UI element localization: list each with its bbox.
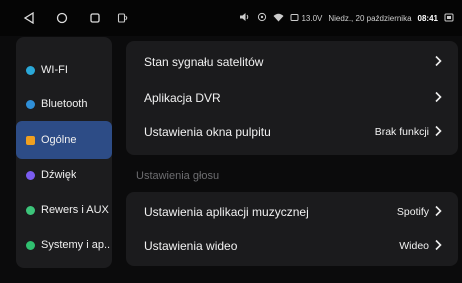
- row-label: Ustawienia aplikacji muzycznej: [144, 205, 309, 219]
- media-settings-panel: Ustawienia aplikacji muzycznej Spotify U…: [126, 192, 458, 266]
- satellite-signal-row[interactable]: Stan sygnału satelitów: [126, 43, 458, 81]
- recent-apps-icon[interactable]: [88, 11, 102, 25]
- general-settings-panel: Stan sygnału satelitów Aplikacja DVR Ust…: [126, 41, 458, 155]
- voltage-text: 13.0V: [301, 13, 323, 23]
- system-icon: [26, 240, 35, 250]
- row-label: Aplikacja DVR: [144, 91, 221, 105]
- music-app-row[interactable]: Ustawienia aplikacji muzycznej Spotify: [126, 193, 458, 231]
- date-text: Niedz., 20 października: [328, 13, 412, 23]
- row-value: Brak funkcji: [374, 126, 429, 138]
- row-label: Ustawienia okna pulpitu: [144, 125, 271, 139]
- car-connect-icon: [116, 11, 130, 25]
- reverse-icon: [26, 205, 35, 215]
- wifi-status-icon: [273, 13, 284, 24]
- sidebar-item-wifi[interactable]: WI-FI: [16, 51, 112, 89]
- chevron-right-icon: [434, 91, 442, 106]
- screen-cast-icon: [444, 13, 454, 24]
- sidebar-item-general[interactable]: Ogólne: [16, 121, 112, 159]
- home-icon[interactable]: [55, 11, 69, 25]
- settings-sidebar: WI-FI Bluetooth Ogólne Dźwięk Rewers i A…: [16, 37, 112, 268]
- sidebar-item-label: Systemy i ap..: [41, 239, 111, 251]
- section-title: Ustawienia głosu: [136, 170, 220, 182]
- sidebar-item-label: Rewers i AUX: [41, 204, 109, 216]
- sidebar-item-label: Ogólne: [41, 134, 77, 146]
- sidebar-item-systems-apps[interactable]: Systemy i ap..: [16, 226, 112, 264]
- desktop-window-row[interactable]: Ustawienia okna pulpitu Brak funkcji: [126, 113, 458, 151]
- sidebar-item-label: Dźwięk: [41, 169, 77, 181]
- sidebar-item-sound[interactable]: Dźwięk: [16, 156, 112, 194]
- volume-icon: [239, 12, 251, 24]
- row-label: Ustawienia wideo: [144, 239, 238, 253]
- row-label: Stan sygnału satelitów: [144, 55, 264, 69]
- bluetooth-icon: [26, 99, 35, 109]
- general-icon: [26, 135, 35, 145]
- row-value: Wideo: [399, 240, 429, 252]
- sound-icon: [26, 170, 35, 180]
- chevron-right-icon: [434, 239, 442, 254]
- sidebar-item-bluetooth[interactable]: Bluetooth: [16, 85, 112, 123]
- sidebar-item-label: Bluetooth: [41, 98, 88, 110]
- chevron-right-icon: [434, 125, 442, 140]
- sidebar-item-label: WI-FI: [41, 64, 68, 76]
- back-icon[interactable]: [22, 11, 36, 25]
- battery-voltage: 13.0V: [290, 13, 322, 24]
- chevron-right-icon: [434, 205, 442, 220]
- chevron-right-icon: [434, 55, 442, 70]
- dvr-app-row[interactable]: Aplikacja DVR: [126, 79, 458, 117]
- wifi-icon: [26, 65, 35, 75]
- video-settings-row[interactable]: Ustawienia wideo Wideo: [126, 227, 458, 265]
- sidebar-item-reverse-aux[interactable]: Rewers i AUX: [16, 191, 112, 229]
- row-value: Spotify: [396, 206, 429, 218]
- location-icon: [257, 12, 267, 24]
- status-bar: 13.0V Niedz., 20 października 08:41: [0, 0, 462, 36]
- battery-icon: [290, 13, 299, 24]
- time-text: 08:41: [417, 13, 438, 23]
